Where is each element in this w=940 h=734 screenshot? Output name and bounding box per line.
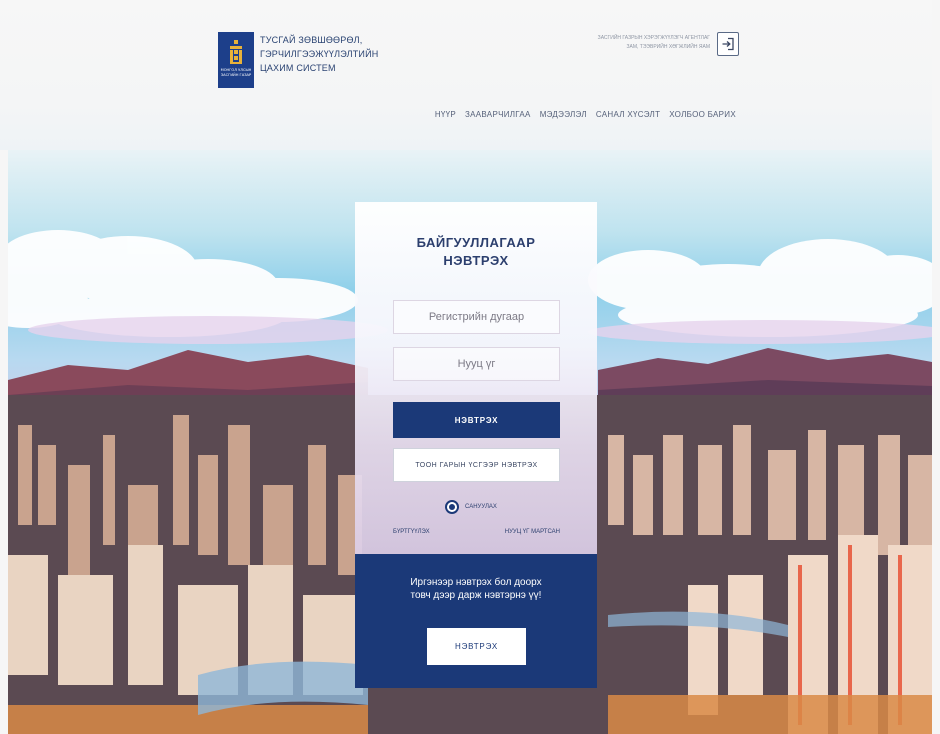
register-number-input[interactable] [393, 300, 560, 334]
citizen-login-button[interactable]: НЭВТРЭХ [427, 628, 526, 665]
login-page: МОНГОЛ УЛСЫН ЗАСГИЙН ГАЗАР ТУСГАЙ ЗӨВШӨӨ… [0, 0, 940, 734]
organization-login-button[interactable]: НЭВТРЭХ [393, 402, 560, 438]
nav-home[interactable]: НҮҮР [435, 110, 456, 119]
remember-label: САНУУЛАХ [465, 504, 497, 510]
page-margin [0, 150, 8, 734]
citizen-login-panel [355, 554, 597, 688]
password-input[interactable] [393, 347, 560, 381]
site-header: МОНГОЛ УЛСЫН ЗАСГИЙН ГАЗАР ТУСГАЙ ЗӨВШӨӨ… [0, 0, 940, 150]
login-card: БАЙГУУЛЛАГААР НЭВТРЭХ НЭВТРЭХ ТООН ГАРЫН… [355, 202, 597, 688]
nav-feedback[interactable]: САНАЛ ХҮСЭЛТ [596, 110, 660, 119]
remember-radio[interactable] [445, 500, 459, 514]
nav-instructions[interactable]: ЗААВАРЧИЛГАА [465, 110, 531, 119]
page-margin [932, 0, 940, 734]
brand-line: ЦАХИМ СИСТЕМ [260, 63, 336, 73]
brand-line: ГЭРЧИЛГЭЭЖҮҮЛЭЛТИЙН [260, 49, 379, 59]
login-title-line: НЭВТРЭХ [443, 253, 509, 268]
organization-login-panel: БАЙГУУЛЛАГААР НЭВТРЭХ НЭВТРЭХ ТООН ГАРЫН… [355, 202, 597, 554]
government-logo[interactable]: МОНГОЛ УЛСЫН ЗАСГИЙН ГАЗАР [218, 32, 254, 88]
login-title-line: БАЙГУУЛЛАГААР [416, 235, 536, 250]
main-nav: НҮҮР ЗААВАРЧИЛГАА МЭДЭЭЛЭЛ САНАЛ ХҮСЭЛТ … [435, 110, 736, 119]
logo-caption: МОНГОЛ УЛСЫН ЗАСГИЙН ГАЗАР [220, 68, 252, 77]
agency-note-line: ЗАМ, ТЭЭВРИЙН ХӨГЖЛИЙН ЯАМ [626, 44, 710, 50]
nav-news[interactable]: МЭДЭЭЛЭЛ [540, 110, 587, 119]
citizen-message-line: Иргэнээр нэвтрэх бол доорх [410, 577, 542, 588]
register-link[interactable]: БҮРТГҮҮЛЭХ [393, 529, 430, 535]
digital-signature-login-button[interactable]: ТООН ГАРЫН ҮСГЭЭР НЭВТРЭХ [393, 448, 560, 482]
brand-line: ТУСГАЙ ЗӨВШӨӨРӨЛ, [260, 35, 363, 45]
header-login-button[interactable] [717, 32, 739, 56]
sign-in-icon [722, 37, 734, 51]
agency-note-line: ЗАСГИЙН ГАЗРЫН ХЭРЭГЖҮҮЛЭГЧ АГЕНТЛАГ [597, 35, 710, 41]
forgot-password-link[interactable]: НУУЦ ҮГ МАРТСАН [505, 529, 560, 535]
citizen-message-line: товч дээр дарж нэвтэрнэ үү! [410, 590, 542, 601]
system-name[interactable]: ТУСГАЙ ЗӨВШӨӨРӨЛ, ГЭРЧИЛГЭЭЖҮҮЛЭЛТИЙН ЦА… [260, 33, 410, 75]
login-title: БАЙГУУЛЛАГААР НЭВТРЭХ [355, 234, 597, 270]
soyombo-emblem-icon [230, 40, 242, 64]
remember-me[interactable]: САНУУЛАХ [445, 500, 497, 514]
nav-contact[interactable]: ХОЛБОО БАРИХ [669, 110, 736, 119]
agency-note: ЗАСГИЙН ГАЗРЫН ХЭРЭГЖҮҮЛЭГЧ АГЕНТЛАГ ЗАМ… [560, 34, 710, 52]
citizen-login-message: Иргэнээр нэвтрэх бол доорх товч дээр дар… [355, 576, 597, 602]
